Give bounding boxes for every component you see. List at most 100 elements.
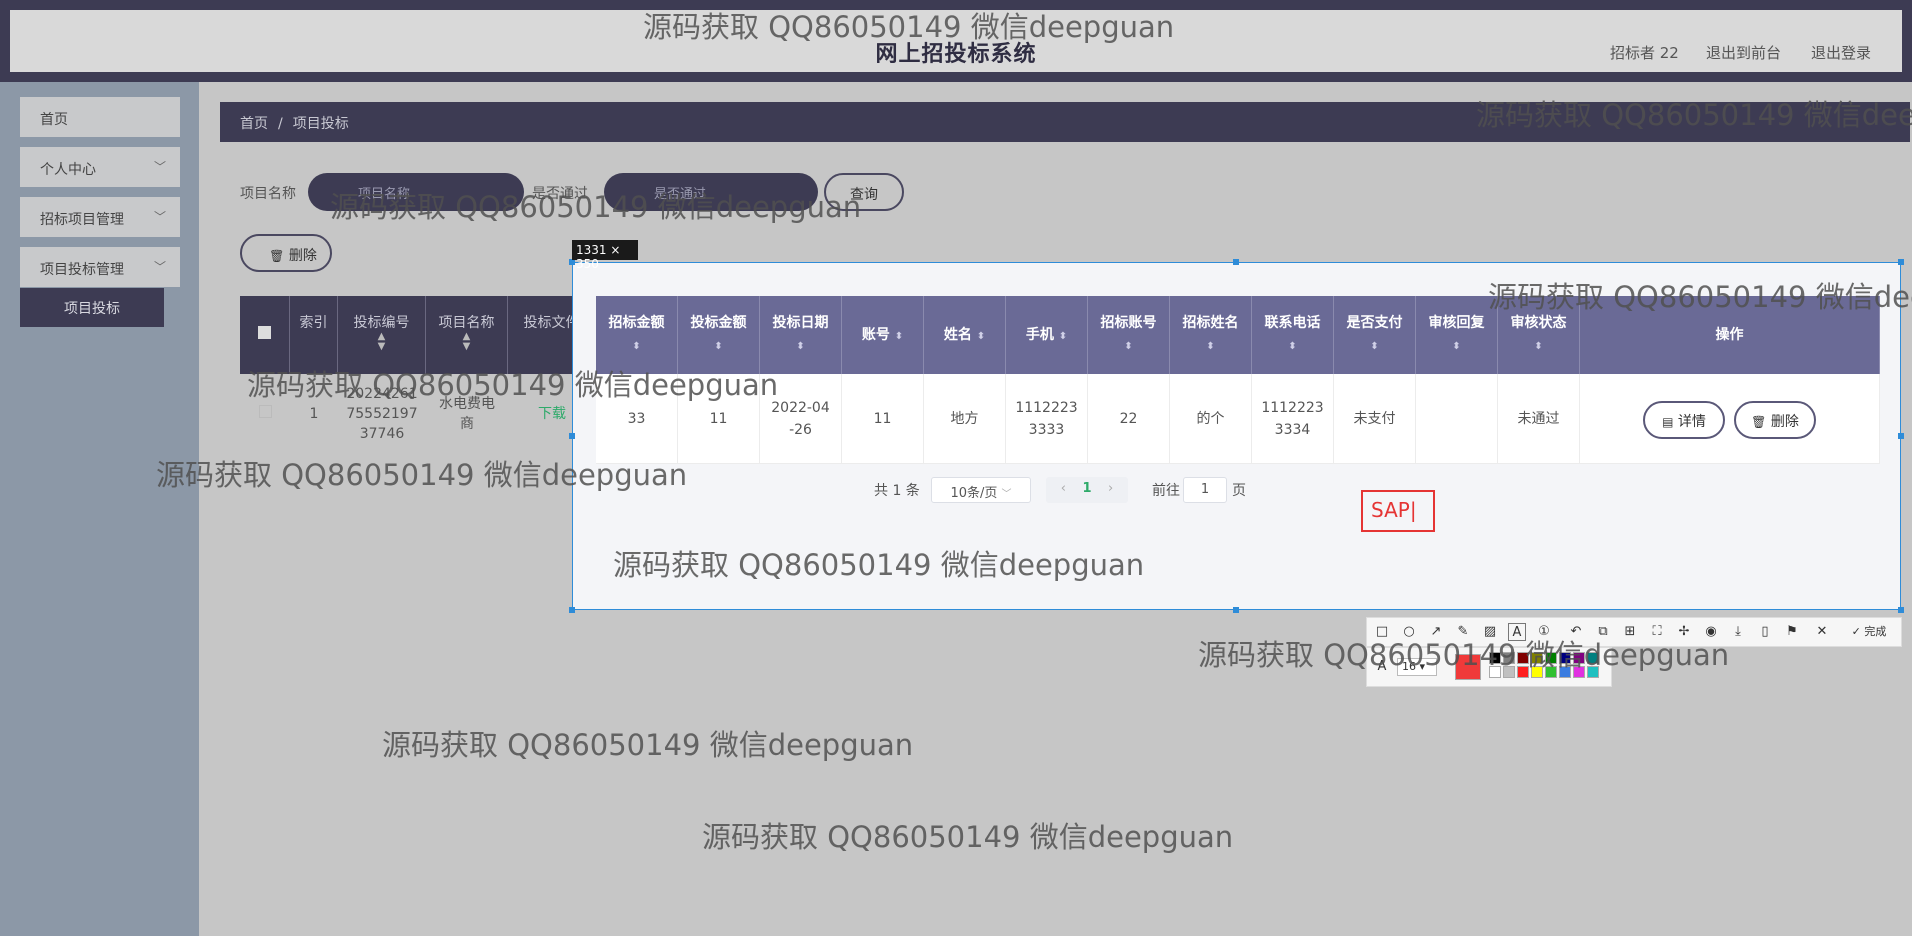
- annotation-text: SAP: [1371, 498, 1410, 522]
- column-header-account[interactable]: 账号 ⬍: [842, 296, 924, 374]
- chevron-down-icon: ﹀: [153, 160, 166, 174]
- column-header-phone[interactable]: 手机 ⬍: [1006, 296, 1088, 374]
- page-size-select[interactable]: 10条/页 ﹀: [931, 477, 1031, 503]
- select-all-checkbox[interactable]: [240, 296, 290, 374]
- sort-icon[interactable]: ⬍: [1252, 342, 1333, 352]
- column-header-paid[interactable]: 是否支付 ⬍: [1334, 296, 1416, 374]
- color-swatch[interactable]: [1489, 652, 1501, 664]
- resize-handle[interactable]: [1898, 433, 1904, 439]
- column-header-name[interactable]: 姓名 ⬍: [924, 296, 1006, 374]
- sort-icon[interactable]: ⬍: [1059, 331, 1067, 342]
- submenu-item-project-bid[interactable]: 项目投标: [20, 288, 164, 327]
- finish-button[interactable]: ✓ 完成: [1841, 623, 1897, 641]
- mosaic-tool-icon[interactable]: ▨: [1481, 623, 1499, 641]
- color-swatch[interactable]: [1573, 652, 1585, 664]
- pen-tool-icon[interactable]: ✎: [1454, 623, 1472, 641]
- text-options-toolbar: A 16 ▾: [1366, 647, 1612, 687]
- text-tool-icon[interactable]: A: [1508, 623, 1526, 641]
- cell-index: 1: [309, 406, 319, 422]
- row-delete-button[interactable]: 🗑 删除: [1734, 401, 1816, 439]
- color-swatch[interactable]: [1573, 666, 1585, 678]
- column-header-bid-amount[interactable]: 招标金额 ⬍: [596, 296, 678, 374]
- rectangle-tool-icon[interactable]: □: [1373, 623, 1391, 641]
- sort-icon[interactable]: ▲ ▼: [463, 332, 471, 352]
- passed-select[interactable]: 是否通过: [604, 173, 818, 211]
- column-header-review-reply[interactable]: 审核回复 ⬍: [1416, 296, 1498, 374]
- cell-bid-amount: 33: [596, 374, 678, 464]
- column-header-review-status[interactable]: 审核状态 ⬍: [1498, 296, 1580, 374]
- color-swatch[interactable]: [1587, 652, 1599, 664]
- sort-icon[interactable]: ▲ ▼: [378, 332, 386, 352]
- color-swatch[interactable]: [1517, 666, 1529, 678]
- color-swatch[interactable]: [1587, 666, 1599, 678]
- column-header-bid-date[interactable]: 投标日期 ⬍: [760, 296, 842, 374]
- back-to-front-link[interactable]: 退出到前台: [1706, 42, 1781, 63]
- prev-page-icon[interactable]: ‹: [1061, 481, 1066, 496]
- color-swatch[interactable]: [1559, 652, 1571, 664]
- project-name-input[interactable]: 项目名称: [308, 173, 524, 211]
- color-swatch[interactable]: [1503, 652, 1515, 664]
- sort-icon[interactable]: ⬍: [1416, 342, 1497, 352]
- bulk-delete-button[interactable]: 🗑 删除: [240, 234, 332, 272]
- sort-icon[interactable]: ⬍: [760, 342, 841, 352]
- translate-icon[interactable]: ⊞: [1621, 623, 1639, 641]
- trash-icon: 🗑: [1751, 415, 1767, 429]
- sort-icon[interactable]: ⬍: [1498, 342, 1579, 352]
- resize-handle[interactable]: [1898, 607, 1904, 613]
- phone-icon[interactable]: ▯: [1756, 623, 1774, 641]
- resize-handle[interactable]: [569, 433, 575, 439]
- sidebar-item-label: 项目投标管理: [40, 262, 124, 278]
- sidebar-item-home[interactable]: 首页: [20, 97, 180, 137]
- number-tool-icon[interactable]: ①: [1535, 623, 1553, 641]
- annotation-text-input[interactable]: SAP|: [1361, 490, 1435, 532]
- color-swatch[interactable]: [1559, 666, 1571, 678]
- color-swatch[interactable]: [1503, 666, 1515, 678]
- next-page-icon[interactable]: ›: [1108, 481, 1113, 496]
- row-checkbox[interactable]: [240, 376, 290, 452]
- query-button[interactable]: 查询: [824, 173, 904, 211]
- resize-handle[interactable]: [1233, 259, 1239, 265]
- header-label: 姓名: [943, 327, 972, 343]
- close-icon[interactable]: ✕: [1813, 623, 1831, 641]
- resize-handle[interactable]: [569, 607, 575, 613]
- pager: ‹ 1 ›: [1046, 477, 1128, 503]
- bookmark-icon[interactable]: ⚑: [1783, 623, 1801, 641]
- current-color-swatch[interactable]: [1455, 654, 1481, 680]
- undo-icon[interactable]: ↶: [1567, 623, 1585, 641]
- color-swatch[interactable]: [1489, 666, 1501, 678]
- goto-page-input[interactable]: 1: [1183, 477, 1227, 503]
- sort-icon[interactable]: ⬍: [895, 331, 903, 342]
- color-swatch[interactable]: [1545, 652, 1557, 664]
- pin-icon[interactable]: ✢: [1675, 623, 1693, 641]
- column-header-tender-account[interactable]: 招标账号 ⬍: [1088, 296, 1170, 374]
- arrow-tool-icon[interactable]: ↗: [1427, 623, 1445, 641]
- sort-icon[interactable]: ⬍: [1170, 342, 1251, 352]
- resize-handle[interactable]: [1233, 607, 1239, 613]
- sort-icon[interactable]: ⬍: [1088, 342, 1169, 352]
- color-swatch[interactable]: [1531, 666, 1543, 678]
- scroll-capture-icon[interactable]: ⛶: [1648, 623, 1666, 641]
- sidebar-item-bid-management[interactable]: 项目投标管理 ﹀: [20, 247, 180, 287]
- sidebar-item-personal[interactable]: 个人中心 ﹀: [20, 147, 180, 187]
- download-icon[interactable]: ⤓: [1729, 623, 1747, 641]
- breadcrumb-home[interactable]: 首页: [240, 116, 268, 132]
- sort-icon[interactable]: ⬍: [977, 331, 985, 342]
- ellipse-tool-icon[interactable]: ○: [1400, 623, 1418, 641]
- color-swatch[interactable]: [1517, 652, 1529, 664]
- sort-icon[interactable]: ⬍: [678, 342, 759, 352]
- sort-icon[interactable]: ⬍: [1334, 342, 1415, 352]
- page-number-current[interactable]: 1: [1082, 481, 1091, 496]
- sort-icon[interactable]: ⬍: [596, 342, 677, 352]
- color-swatch[interactable]: [1545, 666, 1557, 678]
- column-header-tender-amount[interactable]: 投标金额 ⬍: [678, 296, 760, 374]
- font-size-select[interactable]: 16 ▾: [1397, 658, 1437, 676]
- logout-link[interactable]: 退出登录: [1811, 42, 1871, 63]
- sidebar-item-tender-projects[interactable]: 招标项目管理 ﹀: [20, 197, 180, 237]
- column-header-contact-phone[interactable]: 联系电话 ⬍: [1252, 296, 1334, 374]
- resize-handle[interactable]: [1898, 259, 1904, 265]
- record-icon[interactable]: ◉: [1702, 623, 1720, 641]
- column-header-tender-name[interactable]: 招标姓名 ⬍: [1170, 296, 1252, 374]
- color-swatch[interactable]: [1531, 652, 1543, 664]
- ocr-icon[interactable]: ⧉: [1594, 623, 1612, 641]
- detail-button[interactable]: ▤ 详情: [1643, 401, 1725, 439]
